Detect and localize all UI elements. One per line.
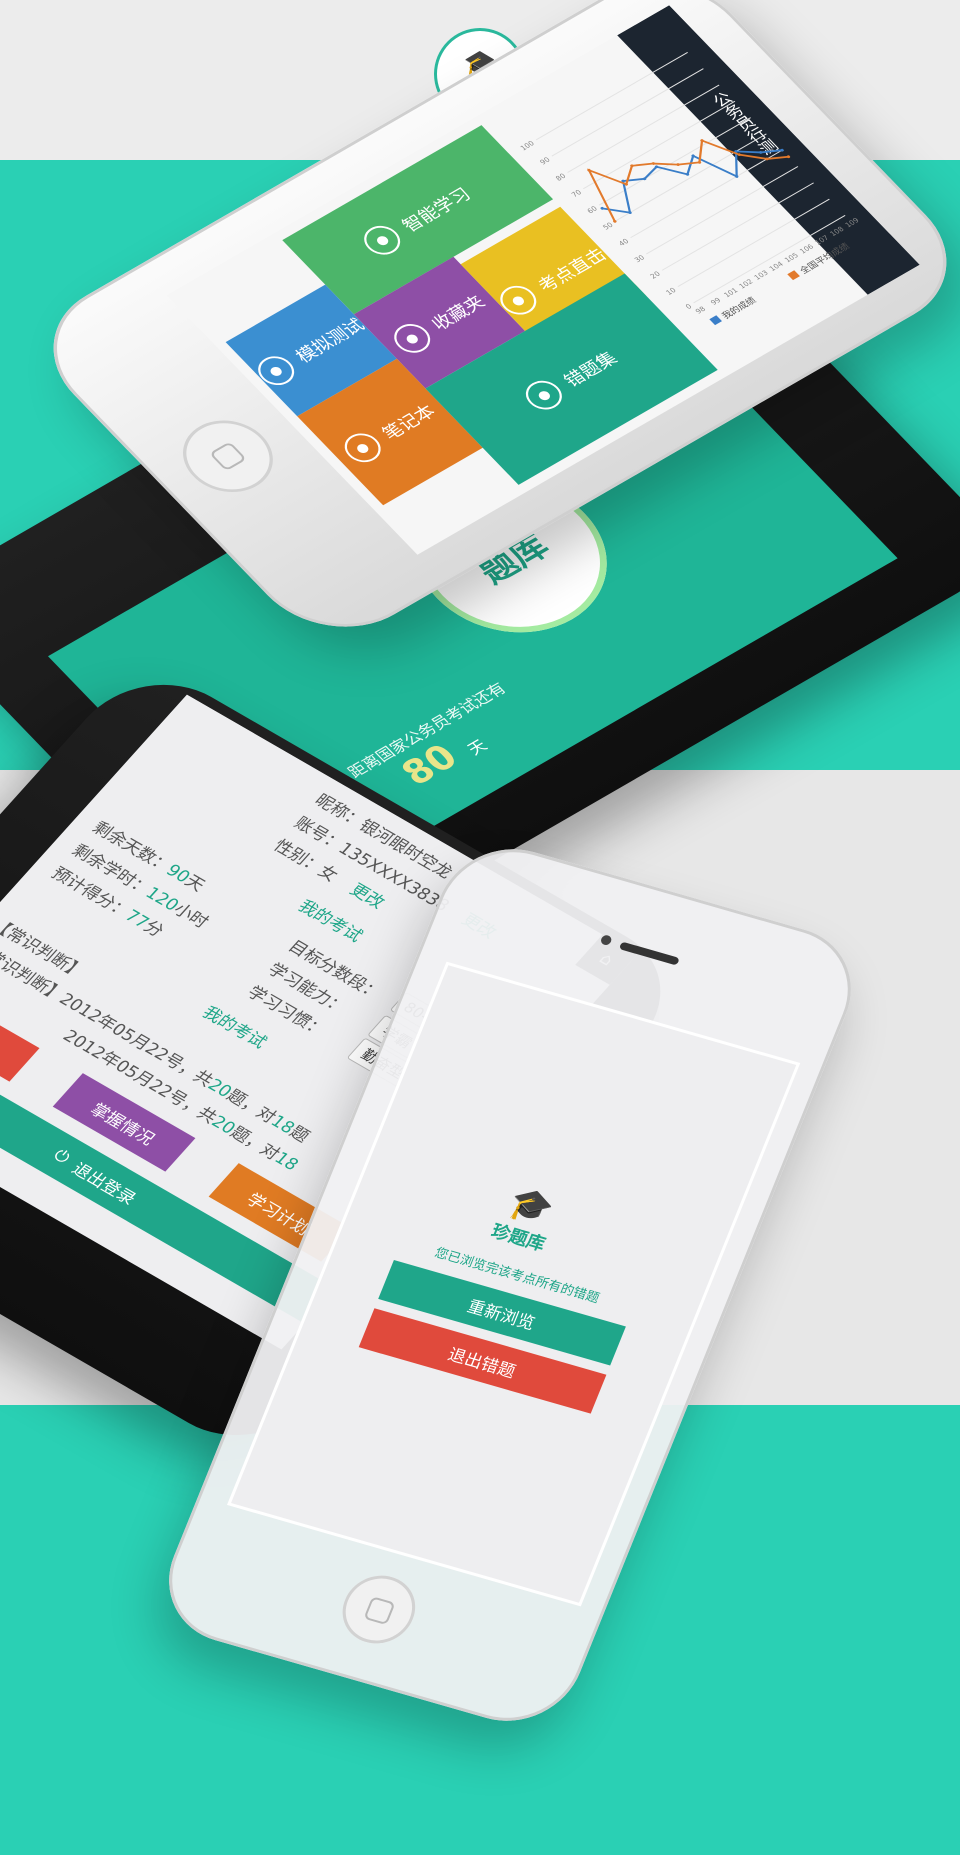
series-point: [630, 164, 634, 168]
y-tick-label: 0: [683, 302, 694, 311]
x-tick-label: 101: [722, 286, 740, 299]
logout-label: 退出登录: [67, 1159, 141, 1209]
x-tick-label: 98: [693, 304, 707, 315]
tile-label: 笔记本: [378, 401, 441, 444]
series-point: [600, 206, 604, 210]
hand-pointer-icon: ●: [356, 220, 408, 261]
y-tick-label: 50: [601, 220, 615, 231]
y-tick-label: 30: [632, 253, 646, 264]
y-tick-label: 70: [569, 188, 583, 199]
tile-label: 收藏夹: [427, 291, 490, 335]
series-point: [786, 155, 791, 159]
countdown-unit: 天: [463, 736, 491, 759]
series-point: [697, 161, 702, 164]
y-tick-label: 90: [538, 155, 552, 166]
folder-icon: ●: [386, 318, 438, 359]
x-tick-label: 108: [828, 224, 846, 237]
tile-label: 错题集: [559, 348, 622, 392]
notebook-icon: ●: [336, 428, 388, 468]
camera-icon: [599, 934, 613, 947]
series-point: [676, 163, 680, 166]
y-tick-label: 10: [664, 285, 678, 296]
y-tick-label: 60: [585, 204, 599, 215]
grid-line: [567, 84, 720, 173]
legend-swatch: [709, 315, 722, 326]
grid-line: [551, 68, 704, 157]
home-button[interactable]: [164, 406, 292, 506]
test-paper-icon: ●: [250, 351, 302, 391]
x-tick-label: 104: [767, 259, 785, 272]
x-tick-label: 106: [798, 242, 816, 255]
grid-line: [598, 117, 751, 206]
grid-line: [535, 51, 688, 141]
modal-logo: 🎓 珍题库: [488, 1180, 565, 1256]
legend-label: 我的成绩: [719, 295, 759, 322]
x-tick-label: 109: [843, 216, 861, 229]
y-tick-label: 20: [648, 269, 662, 280]
tile-label: 模拟测试: [291, 315, 370, 367]
study-curve-button[interactable]: 学习曲线: [0, 983, 40, 1082]
x-tick-label: 102: [737, 277, 755, 290]
tile-label: 智能学习: [398, 184, 476, 237]
y-tick-label: 40: [617, 237, 631, 248]
grid-line: [614, 133, 767, 222]
x-tick-label: 103: [752, 268, 770, 281]
home-button-2[interactable]: [331, 1567, 426, 1652]
speaker-icon: [618, 941, 680, 966]
legend-swatch: [787, 270, 800, 281]
target-icon: ●: [518, 375, 570, 415]
series-point: [651, 162, 656, 165]
x-tick-label: 99: [709, 296, 723, 307]
y-tick-label: 100: [518, 139, 536, 152]
x-tick-label: 107: [813, 233, 831, 246]
grid-line: [645, 166, 799, 255]
x-tick-label: 105: [782, 251, 800, 264]
series-point: [758, 151, 763, 154]
logout-icon: ⏻: [48, 1145, 75, 1168]
y-tick-label: 80: [554, 171, 568, 182]
change-gender-link[interactable]: 更改: [345, 880, 388, 912]
